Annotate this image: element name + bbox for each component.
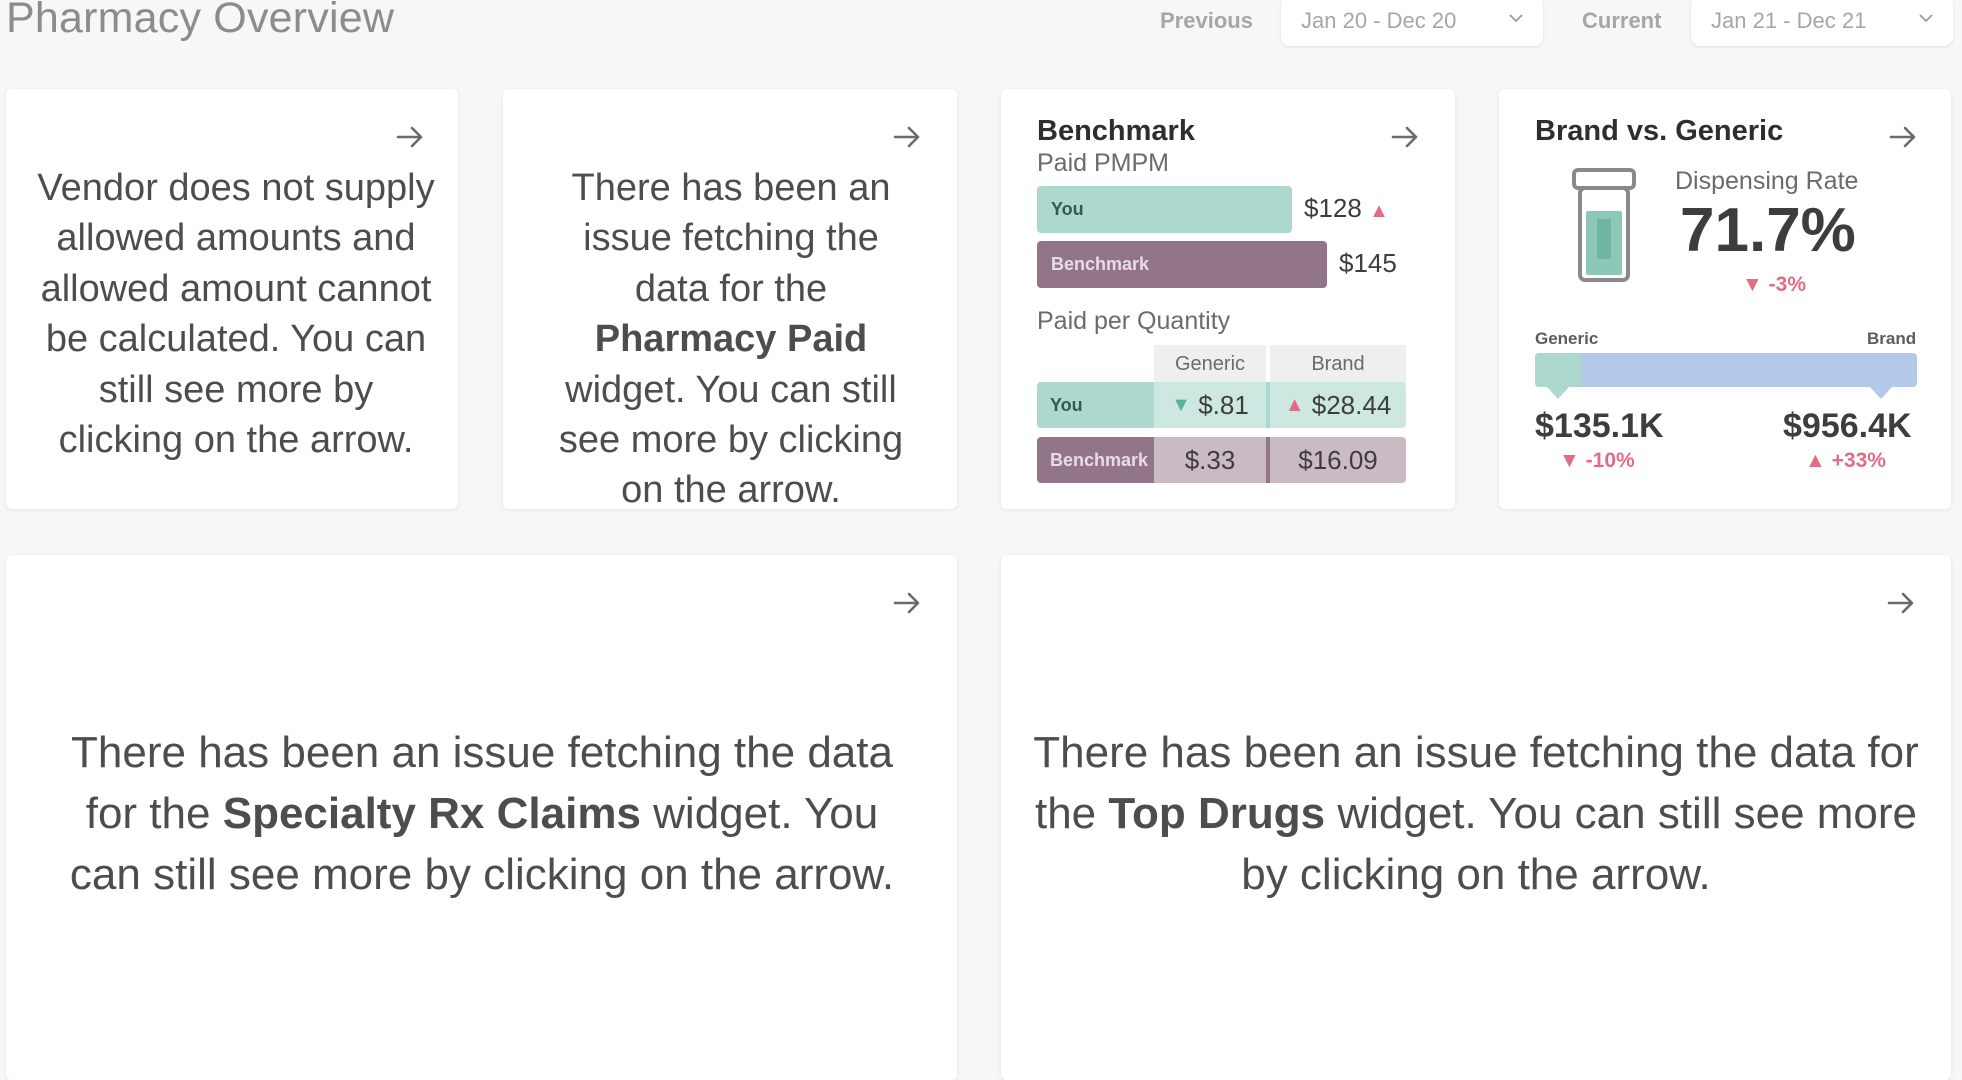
col-generic-header: Generic [1154, 345, 1266, 383]
page-title: Pharmacy Overview [6, 0, 395, 42]
top-drugs-card: There has been an issue fetching the dat… [1001, 555, 1951, 1080]
up-triangle-icon: ▲ [1369, 200, 1389, 222]
row-benchmark-label: Benchmark [1037, 437, 1154, 483]
arrow-right-icon[interactable] [1389, 121, 1421, 153]
down-triangle-icon: ▼ [1171, 393, 1191, 416]
down-triangle-icon: ▼ [1559, 449, 1580, 472]
brand-generic-bar [1535, 353, 1917, 399]
benchmark-pmpm-bar: Benchmark [1037, 241, 1327, 288]
arrow-right-icon[interactable] [394, 121, 426, 153]
brand-vs-generic-card: Brand vs. Generic Dispensing Rate 71.7% … [1499, 89, 1951, 509]
top-drugs-message: There has been an issue fetching the dat… [1033, 728, 1919, 899]
up-triangle-icon: ▲ [1284, 393, 1305, 416]
arrow-right-icon[interactable] [891, 121, 923, 153]
arrow-right-icon[interactable] [1885, 587, 1917, 619]
benchmark-card: Benchmark Paid PMPM You $128 ▲ Benchmark… [1001, 89, 1455, 509]
you-brand-cell: ▲ $28.44 [1270, 382, 1406, 428]
previous-label: Previous [1160, 8, 1253, 33]
chevron-down-icon [1919, 14, 1933, 23]
benchmark-pmpm-value: $145 [1339, 248, 1397, 278]
allowed-amount-message: Vendor does not supply allowed amounts a… [37, 167, 435, 462]
previous-date-value: Jan 20 - Dec 20 [1301, 8, 1457, 33]
brand-value: $956.4K [1783, 407, 1912, 445]
paid-pmpm-label: Paid PMPM [1037, 149, 1169, 177]
dispensing-rate-value: 71.7% [1680, 196, 1856, 265]
current-date-select[interactable]: Jan 21 - Dec 21 [1691, 0, 1953, 46]
brand-change: ▲ +33% [1805, 449, 1886, 472]
generic-segment [1535, 353, 1581, 387]
pill-bottle-icon [1572, 168, 1636, 282]
widget-name: Specialty Rx Claims [222, 789, 641, 838]
paid-per-quantity-label: Paid per Quantity [1037, 307, 1231, 335]
generic-value: $135.1K [1535, 407, 1664, 445]
down-triangle-icon: ▼ [1742, 273, 1763, 296]
widget-name: Top Drugs [1108, 789, 1326, 838]
widget-name: Pharmacy Paid [594, 318, 868, 361]
current-label: Current [1582, 8, 1662, 33]
dispensing-rate-change: ▼ -3% [1742, 273, 1806, 296]
pharmacy-paid-message: There has been an issue fetching the dat… [558, 167, 904, 512]
you-pmpm-value: $128 ▲ [1304, 193, 1389, 223]
col-brand-header: Brand [1270, 345, 1406, 383]
dispensing-rate-label: Dispensing Rate [1675, 167, 1859, 195]
benchmark-generic-cell: $.33 [1154, 437, 1266, 483]
brand-vs-generic-title: Brand vs. Generic [1535, 115, 1784, 147]
you-generic-cell: ▼ $.81 [1154, 382, 1266, 428]
arrow-right-icon[interactable] [1887, 121, 1919, 153]
brand-axis-label: Brand [1867, 329, 1917, 348]
row-you-label: You [1037, 382, 1154, 428]
arrow-right-icon[interactable] [891, 587, 923, 619]
generic-axis-label: Generic [1535, 329, 1599, 348]
up-triangle-icon: ▲ [1805, 449, 1826, 472]
generic-change: ▼ -10% [1559, 449, 1635, 472]
benchmark-title: Benchmark [1037, 115, 1195, 147]
benchmark-brand-cell: $16.09 [1270, 437, 1406, 483]
specialty-rx-card: There has been an issue fetching the dat… [6, 555, 957, 1080]
chevron-down-icon [1509, 14, 1523, 23]
allowed-amount-card: Vendor does not supply allowed amounts a… [6, 89, 458, 509]
previous-date-select[interactable]: Jan 20 - Dec 20 [1281, 0, 1543, 46]
pharmacy-paid-card: There has been an issue fetching the dat… [503, 89, 957, 511]
current-date-value: Jan 21 - Dec 21 [1711, 8, 1867, 33]
specialty-rx-message: There has been an issue fetching the dat… [69, 728, 895, 899]
you-pmpm-bar: You [1037, 186, 1292, 233]
